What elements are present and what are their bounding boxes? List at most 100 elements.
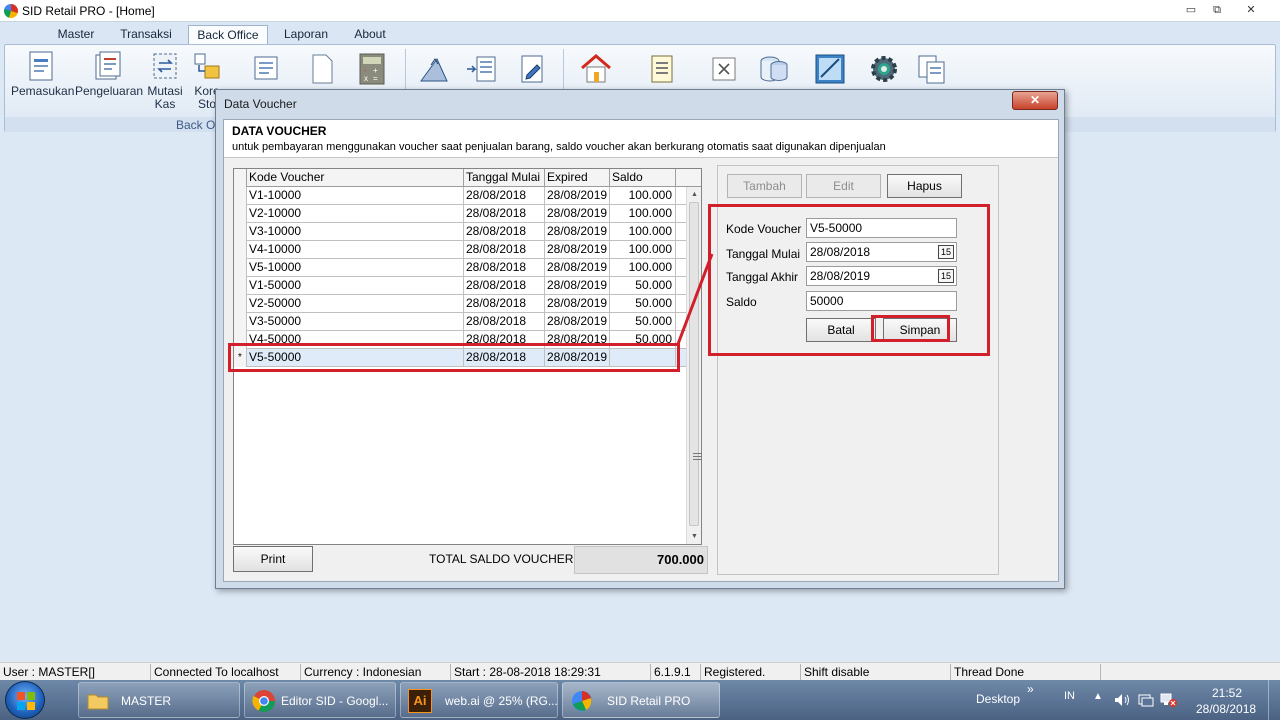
table-row[interactable]: V3-10000 28/08/2018 28/08/2019 100.000 (234, 223, 686, 241)
tab-laporan[interactable]: Laporan (280, 25, 332, 44)
cell-tanggal-mulai[interactable]: 28/08/2018 (464, 259, 545, 277)
tab-back-office[interactable]: Back Office (188, 25, 268, 44)
hapus-button[interactable]: Hapus (887, 174, 962, 198)
cell-tanggal-mulai[interactable]: 28/08/2018 (464, 205, 545, 223)
cell-expired[interactable]: 28/08/2019 (545, 313, 610, 331)
cell-expired[interactable]: 28/08/2019 (545, 223, 610, 241)
table-row[interactable]: V3-50000 28/08/2018 28/08/2019 50.000 (234, 313, 686, 331)
minimize-button[interactable]: ▭ (1178, 2, 1204, 18)
language-indicator[interactable]: IN (1064, 690, 1075, 702)
desktop-toolbar-label[interactable]: Desktop (976, 692, 1020, 706)
cell-kode-voucher[interactable]: V2-50000 (247, 295, 464, 313)
taskbar-item-illustrator[interactable]: Ai web.ai @ 25% (RG... (400, 682, 558, 718)
clock-time[interactable]: 21:52 (1212, 686, 1242, 700)
row-indicator[interactable] (234, 277, 247, 295)
dialog-close-button[interactable]: ✕ (1012, 91, 1058, 110)
restore-button[interactable]: ⧉ (1204, 2, 1230, 18)
start-button[interactable] (5, 681, 45, 719)
table-row[interactable]: V5-10000 28/08/2018 28/08/2019 100.000 (234, 259, 686, 277)
close-button[interactable]: ✕ (1238, 2, 1264, 18)
cell-tanggal-mulai[interactable]: 28/08/2018 (464, 313, 545, 331)
row-indicator[interactable] (234, 223, 247, 241)
scroll-up-arrow-icon[interactable]: ▲ (687, 187, 702, 202)
home-icon[interactable] (579, 53, 613, 85)
design-ruler-icon[interactable] (813, 53, 847, 85)
triangle-tool-icon[interactable] (417, 53, 451, 85)
cancel-icon[interactable] (707, 53, 741, 85)
report-document-icon[interactable] (249, 53, 283, 85)
cell-saldo[interactable]: 100.000 (610, 241, 676, 259)
grid-scrollbar[interactable]: ▲ ▼ (686, 187, 702, 544)
taskbar-item-sid-retail[interactable]: SID Retail PRO (562, 682, 720, 718)
notes-icon[interactable] (645, 53, 679, 85)
tab-master[interactable]: Master (50, 25, 102, 44)
print-button[interactable]: Print (233, 546, 313, 572)
row-indicator[interactable] (234, 295, 247, 313)
cell-saldo[interactable]: 100.000 (610, 259, 676, 277)
tray-up-arrow-icon[interactable]: ▲ (1093, 691, 1103, 702)
cell-saldo[interactable]: 100.000 (610, 205, 676, 223)
cell-expired[interactable]: 28/08/2019 (545, 205, 610, 223)
chevron-right-icon[interactable]: » (1027, 682, 1034, 696)
cell-saldo[interactable]: 50.000 (610, 277, 676, 295)
taskbar-item-master[interactable]: MASTER (78, 682, 240, 718)
cell-expired[interactable]: 28/08/2019 (545, 277, 610, 295)
cell-tanggal-mulai[interactable]: 28/08/2018 (464, 223, 545, 241)
mutasi-kas-button[interactable]: Mutasi Kas (143, 51, 187, 110)
taskbar-item-chrome[interactable]: Editor SID - Googl... (244, 682, 396, 718)
cell-saldo[interactable]: 50.000 (610, 313, 676, 331)
clock-date[interactable]: 28/08/2018 (1196, 702, 1256, 716)
table-row[interactable]: V1-50000 28/08/2018 28/08/2019 50.000 (234, 277, 686, 295)
cell-tanggal-mulai[interactable]: 28/08/2018 (464, 241, 545, 259)
cell-expired[interactable]: 28/08/2019 (545, 259, 610, 277)
calculator-icon[interactable]: - +x = (355, 53, 389, 85)
cell-expired[interactable]: 28/08/2019 (545, 295, 610, 313)
database-icon[interactable] (757, 53, 791, 85)
row-indicator[interactable] (234, 259, 247, 277)
cell-expired[interactable]: 28/08/2019 (545, 241, 610, 259)
table-row[interactable]: V4-10000 28/08/2018 28/08/2019 100.000 (234, 241, 686, 259)
tab-about[interactable]: About (348, 25, 392, 44)
pengeluaran-button[interactable]: Pengeluaran (75, 51, 143, 97)
cell-kode-voucher[interactable]: V4-10000 (247, 241, 464, 259)
column-header-kode-voucher[interactable]: Kode Voucher (247, 169, 464, 187)
cell-kode-voucher[interactable]: V3-10000 (247, 223, 464, 241)
cell-tanggal-mulai[interactable]: 28/08/2018 (464, 295, 545, 313)
edit-document-icon[interactable] (515, 53, 549, 85)
cell-saldo[interactable]: 100.000 (610, 223, 676, 241)
scroll-thumb[interactable] (689, 202, 702, 526)
cell-tanggal-mulai[interactable]: 28/08/2018 (464, 187, 545, 205)
settings-gear-icon[interactable] (867, 53, 901, 85)
list-transfer-icon[interactable] (465, 53, 499, 85)
action-center-icon[interactable] (1138, 693, 1154, 707)
scroll-down-arrow-icon[interactable]: ▼ (687, 529, 702, 544)
speaker-icon[interactable] (1114, 693, 1130, 707)
table-row[interactable]: V2-10000 28/08/2018 28/08/2019 100.000 (234, 205, 686, 223)
row-indicator[interactable] (234, 313, 247, 331)
row-indicator[interactable] (234, 241, 247, 259)
row-indicator[interactable] (234, 187, 247, 205)
cell-saldo[interactable]: 50.000 (610, 295, 676, 313)
column-header-tanggal-mulai[interactable]: Tanggal Mulai (464, 169, 545, 187)
column-header-saldo[interactable]: Saldo (610, 169, 676, 187)
cell-kode-voucher[interactable]: V1-10000 (247, 187, 464, 205)
row-indicator[interactable] (234, 205, 247, 223)
blank-page-icon[interactable] (305, 53, 339, 85)
cell-kode-voucher[interactable]: V3-50000 (247, 313, 464, 331)
table-row[interactable]: V2-50000 28/08/2018 28/08/2019 50.000 (234, 295, 686, 313)
copy-documents-icon[interactable] (915, 53, 949, 85)
column-header-expired[interactable]: Expired (545, 169, 610, 187)
cell-tanggal-mulai[interactable]: 28/08/2018 (464, 277, 545, 295)
cell-kode-voucher[interactable]: V1-50000 (247, 277, 464, 295)
tambah-button[interactable]: Tambah (727, 174, 802, 198)
show-desktop-button[interactable] (1268, 680, 1280, 720)
cell-kode-voucher[interactable]: V5-10000 (247, 259, 464, 277)
network-icon[interactable] (1160, 692, 1178, 708)
table-row[interactable]: V1-10000 28/08/2018 28/08/2019 100.000 (234, 187, 686, 205)
pemasukan-button[interactable]: Pemasukan (11, 51, 74, 97)
cell-saldo[interactable]: 100.000 (610, 187, 676, 205)
cell-expired[interactable]: 28/08/2019 (545, 187, 610, 205)
cell-kode-voucher[interactable]: V2-10000 (247, 205, 464, 223)
edit-button[interactable]: Edit (806, 174, 881, 198)
tab-transaksi[interactable]: Transaksi (116, 25, 176, 44)
